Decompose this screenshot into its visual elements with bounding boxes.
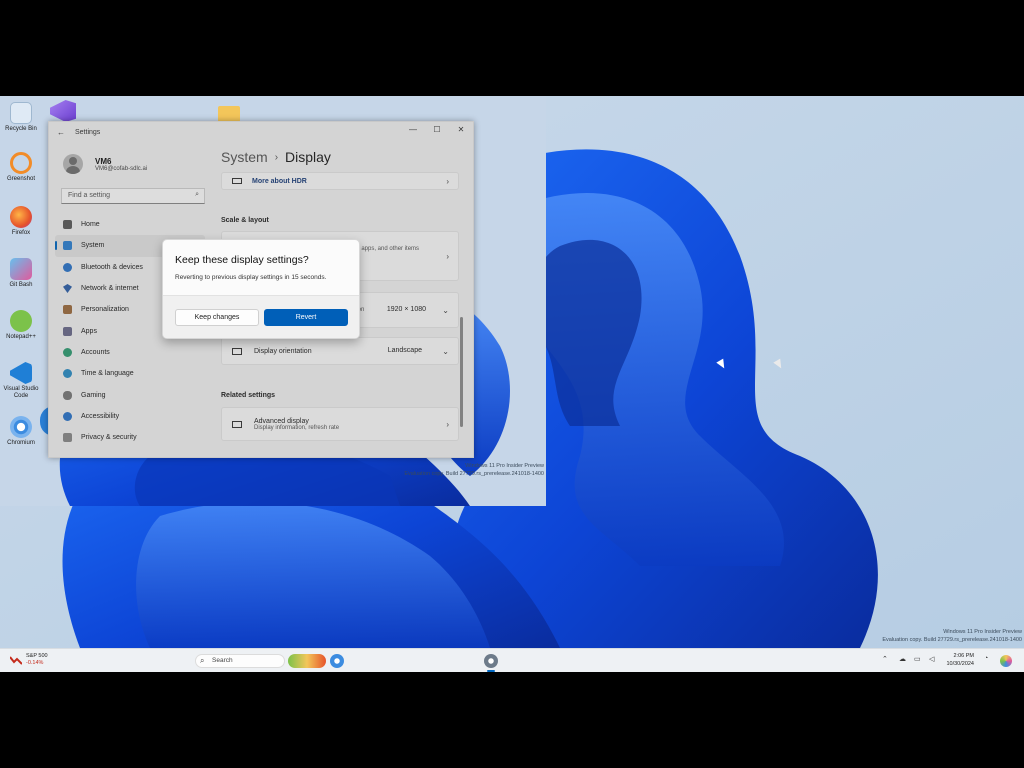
watermark-line1: Windows 11 Pro Insider Preview — [943, 629, 1022, 635]
desktop-icon-label: Recycle Bin — [5, 126, 37, 132]
taskbar: S&P 500 -0.14% ⌕ Search ⌃ ☁ ▭ ◁ 2:06 PM … — [0, 648, 1024, 672]
desktop-icon-firefox[interactable]: Firefox — [0, 206, 42, 237]
recycle-bin-icon — [10, 102, 32, 124]
search-icon: ⌕ — [200, 656, 205, 665]
desktop-icon-label: Greenshot — [6, 176, 36, 182]
clock-time: 2:06 PM — [953, 653, 974, 659]
desktop-icon-label: Visual Studio Code — [3, 386, 39, 399]
desktop-icon-label: Notepad++ — [6, 334, 36, 340]
search-highlight-icon[interactable] — [288, 654, 326, 668]
stock-widget[interactable]: S&P 500 -0.14% — [10, 653, 48, 667]
notification-icon[interactable]: ◔ — [984, 655, 988, 662]
desktop-screen: Recycle Bin Greenshot Firefox Git Bash N… — [0, 96, 1024, 672]
clock-date: 10/30/2024 — [946, 661, 974, 667]
desktop-icon-greenshot[interactable]: Greenshot — [0, 152, 42, 183]
dialog-message: Reverting to previous display settings i… — [175, 274, 327, 281]
settings-gear-taskbar-icon[interactable] — [484, 654, 498, 668]
dialog-footer: Keep changes Revert — [163, 295, 359, 338]
network-icon[interactable]: ▭ — [914, 655, 921, 663]
revert-button[interactable]: Revert — [264, 309, 348, 326]
folder-icon[interactable] — [218, 106, 240, 122]
active-app-indicator — [487, 670, 495, 672]
stock-name: S&P 500 — [26, 653, 48, 659]
watermark-line1: Windows 11 Pro Insider Preview — [465, 463, 544, 469]
dialog-title: Keep these display settings? — [175, 254, 309, 266]
cloud-icon[interactable]: ☁ — [899, 655, 906, 663]
taskbar-search[interactable]: ⌕ Search — [195, 654, 285, 668]
firefox-icon — [10, 206, 32, 228]
stock-down-icon — [10, 656, 22, 665]
git-bash-icon — [10, 258, 32, 280]
copilot-icon[interactable] — [1000, 655, 1012, 667]
vscode-icon — [10, 362, 32, 384]
greenshot-icon — [10, 152, 32, 174]
chevron-up-icon[interactable]: ⌃ — [882, 655, 888, 663]
desktop-icon-label: Chromium — [7, 440, 35, 446]
stock-change: -0.14% — [26, 660, 44, 666]
chromium-taskbar-icon[interactable] — [330, 654, 344, 668]
watermark-line2: Evaluation copy. Build 27729.rs_prerelea… — [882, 637, 1022, 643]
desktop-icon-label: Git Bash — [9, 282, 33, 288]
keep-display-settings-dialog: Keep these display settings? Reverting t… — [162, 239, 360, 339]
remote-desktop-frame: Recycle Bin Greenshot Firefox Git Bash N… — [0, 96, 546, 506]
desktop-icon-chromium[interactable]: Chromium — [0, 416, 42, 447]
notepadpp-icon — [10, 310, 32, 332]
volume-icon[interactable]: ◁ — [929, 655, 934, 663]
keep-changes-button[interactable]: Keep changes — [175, 309, 259, 326]
desktop-icon-label: Firefox — [11, 230, 31, 236]
clock[interactable]: 2:06 PM 10/30/2024 — [946, 652, 974, 668]
watermark-inner: Windows 11 Pro Insider Preview Evaluatio… — [404, 462, 544, 478]
desktop-icon-git-bash[interactable]: Git Bash — [0, 258, 42, 289]
desktop-icon-notepadpp[interactable]: Notepad++ — [0, 310, 42, 341]
watermark-line2: Evaluation copy. Build 27729.rs_prerelea… — [404, 471, 544, 477]
desktop-icon-recycle-bin[interactable]: Recycle Bin — [0, 102, 42, 133]
desktop-icon-vscode[interactable]: Visual Studio Code — [0, 362, 42, 400]
taskbar-search-placeholder: Search — [212, 657, 233, 664]
chromium-icon — [10, 416, 32, 438]
watermark-outer: Windows 11 Pro Insider Preview Evaluatio… — [882, 628, 1022, 644]
